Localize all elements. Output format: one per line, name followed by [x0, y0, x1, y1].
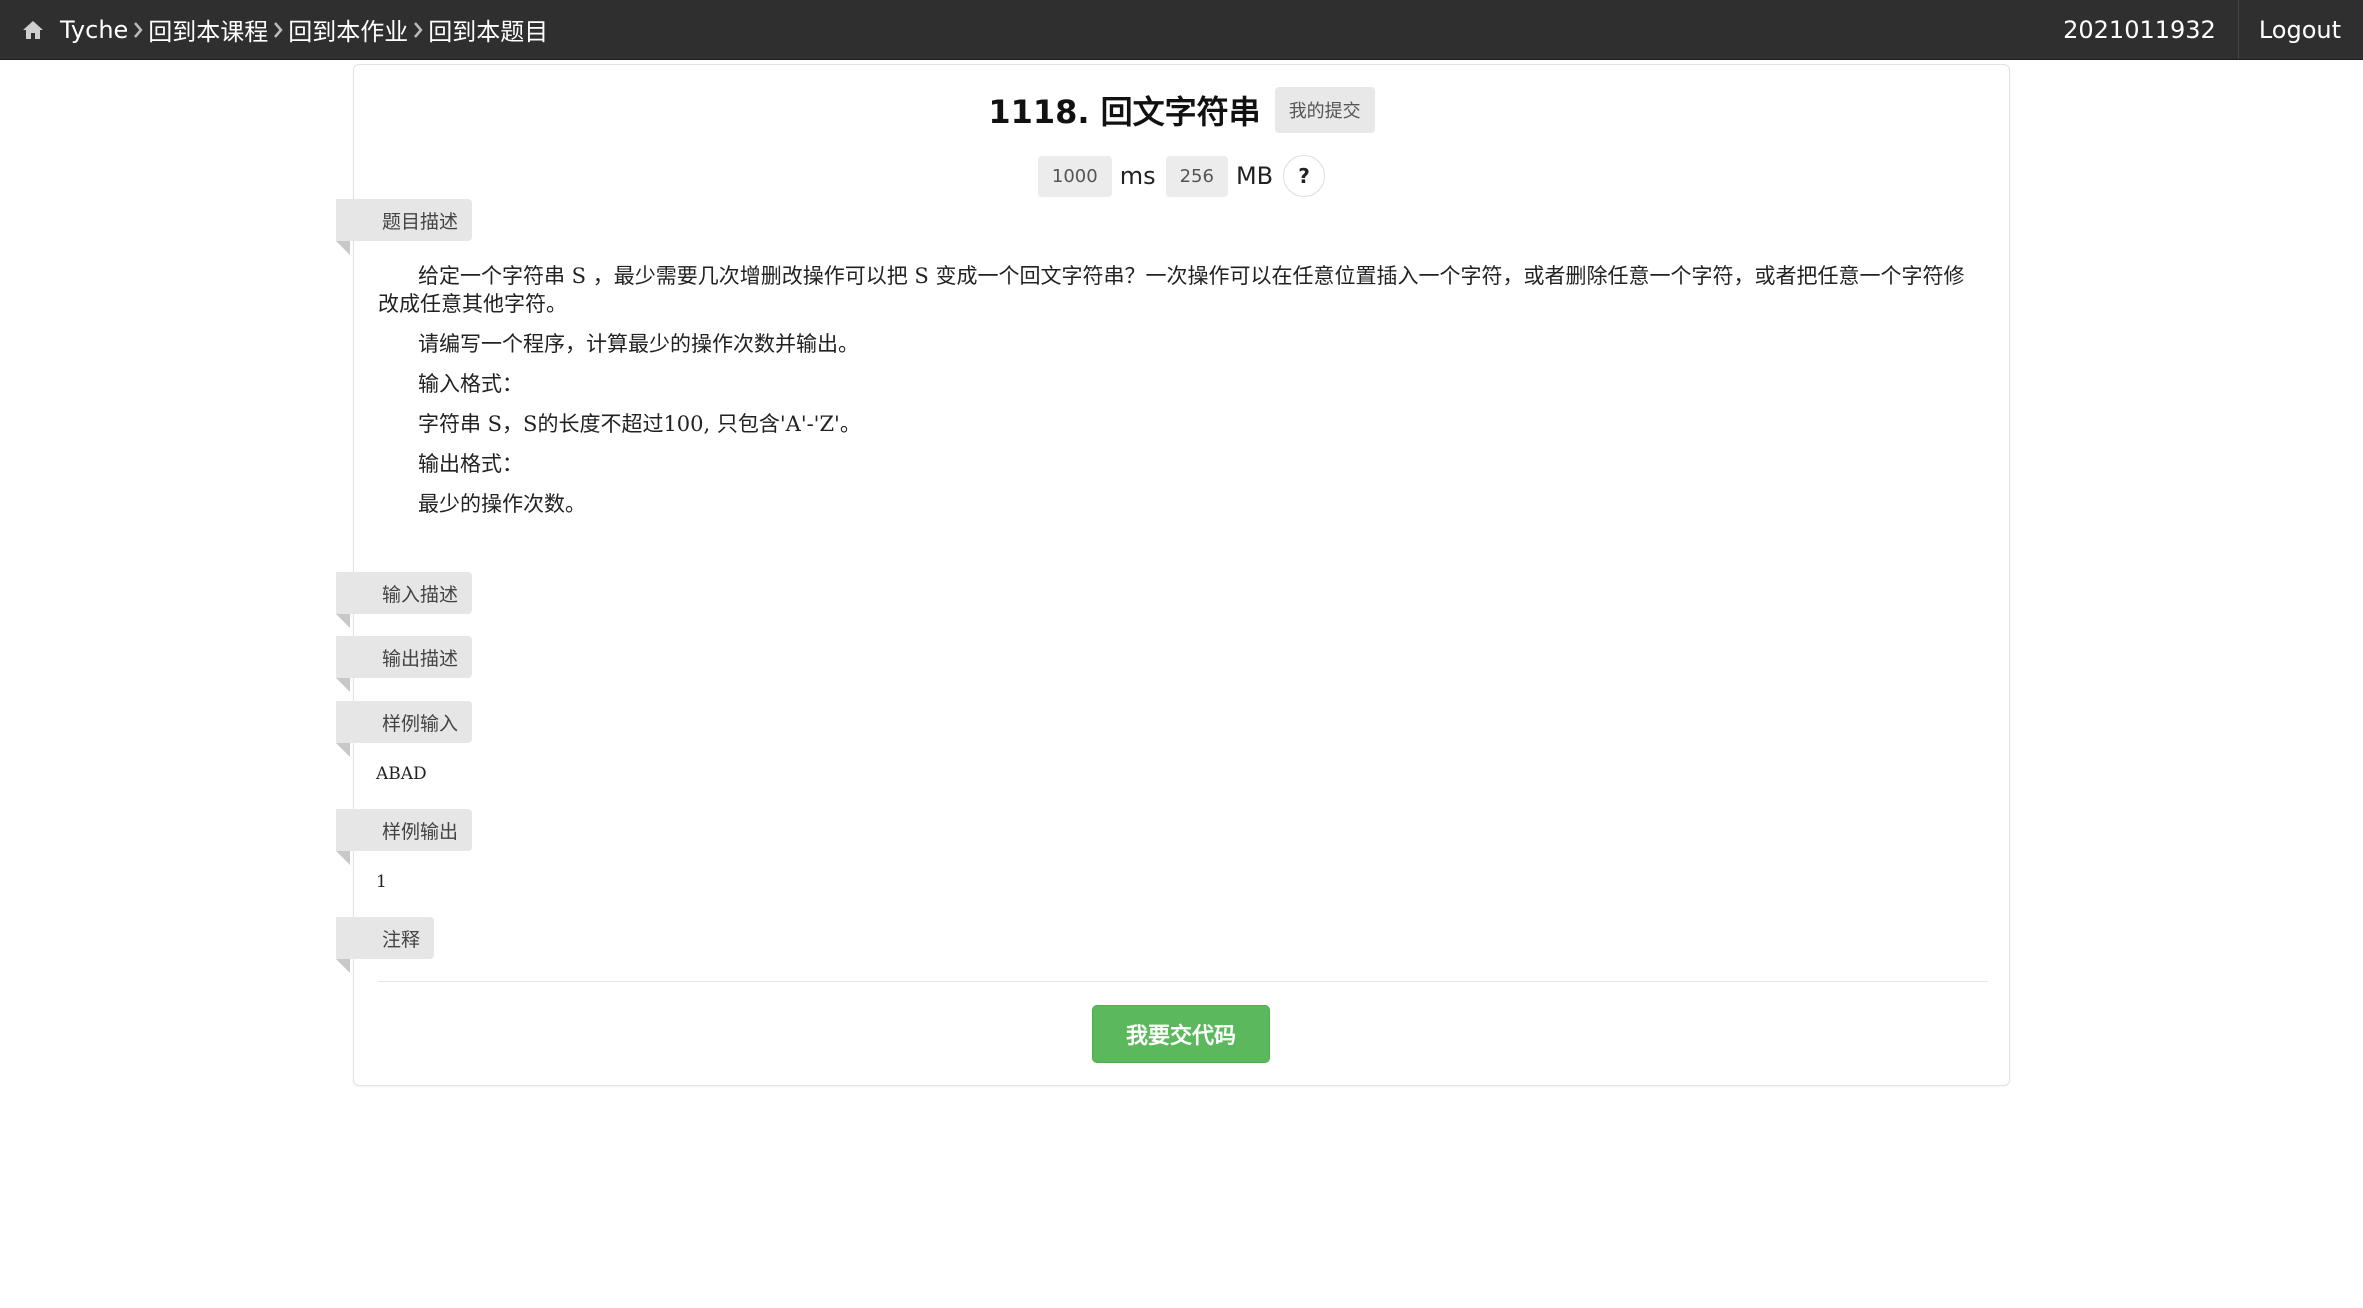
memory-limit-unit: MB — [1235, 162, 1274, 190]
top-navbar: Tyche 回到本课程 回到本作业 回到本题目 2021011932 Logou… — [0, 0, 2363, 60]
section-label-input: 输入描述 — [336, 572, 473, 628]
breadcrumb-assignment-link[interactable]: 回到本作业 — [288, 12, 408, 47]
time-limit-value: 1000 — [1037, 155, 1112, 197]
description-paragraph: 最少的操作次数。 — [418, 492, 586, 516]
time-limit-unit: ms — [1119, 162, 1156, 190]
breadcrumb: Tyche 回到本课程 回到本作业 回到本题目 — [0, 0, 548, 59]
breadcrumb-problem-link[interactable]: 回到本题目 — [428, 12, 548, 47]
my-submissions-button[interactable]: 我的提交 — [1274, 87, 1375, 133]
problem-description: 给定一个字符串 S ，最少需要几次增删改操作可以把 S 变成一个回文字符串？一次… — [378, 262, 1978, 530]
submit-code-button[interactable]: 我要交代码 — [1092, 1005, 1270, 1063]
help-button[interactable]: ? — [1283, 155, 1326, 197]
logout-button[interactable]: Logout — [2239, 0, 2363, 59]
limits-row: 1000 ms 256 MB ? — [354, 155, 2009, 197]
chevron-right-icon — [414, 21, 423, 38]
divider — [378, 981, 1988, 982]
section-label-sample-input: 样例输入 — [336, 701, 473, 757]
description-paragraph: 输入格式： — [418, 372, 523, 396]
sample-input-text: ABAD — [376, 764, 427, 784]
home-icon[interactable] — [22, 20, 44, 40]
description-paragraph: 请编写一个程序，计算最少的操作次数并输出。 — [418, 332, 859, 356]
section-label-notes: 注释 — [336, 917, 435, 973]
user-id-link[interactable]: 2021011932 — [2041, 0, 2238, 59]
chevron-right-icon — [274, 21, 283, 38]
problem-title: 1118. 回文字符串 — [988, 93, 1261, 131]
chevron-right-icon — [134, 21, 143, 38]
brand-link[interactable]: Tyche — [60, 16, 128, 44]
description-paragraph: 给定一个字符串 S ，最少需要几次增删改操作可以把 S 变成一个回文字符串？一次… — [378, 264, 1965, 316]
memory-limit-value: 256 — [1165, 155, 1228, 197]
nav-user-area: 2021011932 Logout — [2041, 0, 2363, 59]
title-row: 1118. 回文字符串 我的提交 — [354, 87, 2009, 133]
section-label-output: 输出描述 — [336, 636, 473, 692]
problem-panel: 1118. 回文字符串 我的提交 1000 ms 256 MB ? 题目描述 给… — [336, 64, 2010, 1086]
section-label-sample-output: 样例输出 — [336, 809, 473, 865]
sample-output-text: 1 — [376, 872, 387, 892]
breadcrumb-course-link[interactable]: 回到本课程 — [148, 12, 268, 47]
section-label-description: 题目描述 — [336, 199, 473, 255]
description-paragraph: 字符串 S，S的长度不超过100, 只包含'A'-'Z'。 — [418, 412, 861, 436]
description-paragraph: 输出格式： — [418, 452, 523, 476]
